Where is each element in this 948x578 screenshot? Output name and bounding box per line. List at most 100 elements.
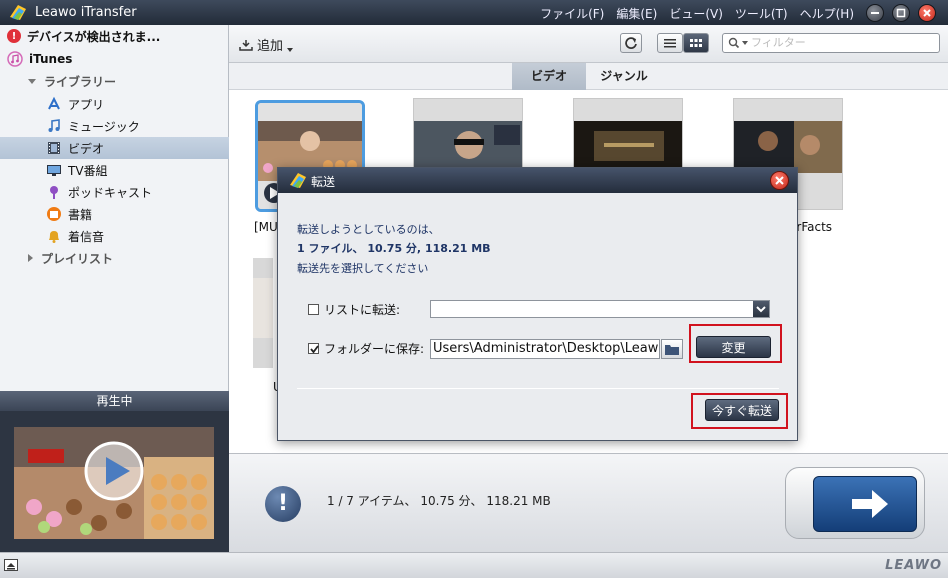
folder-path-input[interactable]: Users\Administrator\Desktop\Leawo xyxy=(430,339,660,359)
close-icon xyxy=(923,9,931,17)
app-logo-icon xyxy=(290,173,306,188)
sidebar-item-apps[interactable]: アプリ xyxy=(0,93,229,115)
transfer-dialog: 転送 転送しようとしているのは、 1 ファイル、 10.75 分, 118.21… xyxy=(277,167,798,441)
sidebar-item-itunes[interactable]: iTunes xyxy=(0,48,229,70)
refresh-icon xyxy=(625,37,637,49)
close-icon xyxy=(775,176,784,185)
dialog-intro-text: 転送しようとしているのは、 xyxy=(297,223,440,236)
transfer-now-button[interactable]: 今すぐ転送 xyxy=(705,399,779,421)
itunes-label: iTunes xyxy=(29,52,73,66)
now-playing-panel xyxy=(0,411,229,552)
video-tile[interactable] xyxy=(253,258,273,368)
save-to-folder-label: フォルダーに保存: xyxy=(324,342,425,356)
menu-edit[interactable]: 編集(E) xyxy=(616,5,657,22)
transfer-bar: ! 1 / 7 アイテム、 10.75 分、 118.21 MB xyxy=(229,453,948,553)
eject-icon xyxy=(7,563,15,570)
tab-video[interactable]: ビデオ xyxy=(512,63,586,90)
sidebar-item-video[interactable]: ビデオ xyxy=(0,137,229,159)
grid-view-button[interactable] xyxy=(683,33,709,53)
playlist-label: プレイリスト xyxy=(41,251,114,266)
add-button[interactable]: 追加 xyxy=(239,35,294,54)
category-tabs: ビデオ ジャンル xyxy=(229,63,948,90)
sidebar: ! デバイスが検出されま... iTunes ライブラリー アプリ ミュージック… xyxy=(0,25,229,391)
now-playing-thumbnail[interactable] xyxy=(14,427,214,539)
video-title: [MU xyxy=(254,220,278,234)
change-button[interactable]: 変更 xyxy=(696,336,771,358)
transfer-button-frame xyxy=(785,467,925,539)
sidebar-item-books[interactable]: 書籍 xyxy=(0,203,229,225)
podcast-icon xyxy=(46,184,62,200)
sidebar-playlist-toggle[interactable]: プレイリスト xyxy=(0,247,229,269)
dialog-title: 転送 xyxy=(311,175,336,189)
sidebar-item-tv[interactable]: TV番組 xyxy=(0,159,229,181)
folder-icon xyxy=(665,345,679,355)
app-title: Leawo iTransfer xyxy=(35,5,137,20)
menu-file[interactable]: ファイル(F) xyxy=(540,5,604,22)
sidebar-item-music[interactable]: ミュージック xyxy=(0,115,229,137)
sidebar-item-label: ビデオ xyxy=(68,141,105,156)
dialog-choose-destination-text: 転送先を選択してください xyxy=(297,262,429,275)
expand-triangle-icon xyxy=(28,78,36,84)
list-view-button[interactable] xyxy=(657,33,683,53)
book-icon xyxy=(46,206,62,222)
dialog-file-summary: 1 ファイル、 10.75 分, 118.21 MB xyxy=(297,242,491,255)
app-store-icon xyxy=(46,96,62,112)
browse-folder-button[interactable] xyxy=(661,339,683,359)
menu-help[interactable]: ヘルプ(H) xyxy=(800,5,854,22)
brand-logo: LEAWO xyxy=(885,558,942,573)
transfer-to-list-label: リストに転送: xyxy=(324,303,401,317)
add-import-icon xyxy=(239,39,253,51)
tab-genre[interactable]: ジャンル xyxy=(586,63,662,90)
music-note-icon xyxy=(46,118,62,134)
monitor-icon xyxy=(46,162,62,178)
refresh-button[interactable] xyxy=(620,33,642,53)
sidebar-item-ringtones[interactable]: 着信音 xyxy=(0,225,229,247)
title-bar: Leawo iTransfer ファイル(F) 編集(E) ビュー(V) ツール… xyxy=(0,0,948,25)
menu-view[interactable]: ビュー(V) xyxy=(669,5,723,22)
film-icon xyxy=(46,140,62,156)
maximize-button[interactable] xyxy=(892,4,910,22)
transfer-list-select[interactable] xyxy=(430,300,770,318)
sidebar-item-label: 書籍 xyxy=(68,207,93,222)
checkmark-icon xyxy=(310,345,319,354)
video-thumbnail-image xyxy=(253,258,273,368)
sidebar-item-podcast[interactable]: ポッドキャスト xyxy=(0,181,229,203)
sidebar-item-label: 着信音 xyxy=(68,229,105,244)
warning-icon: ! xyxy=(7,29,21,43)
chevron-down-icon xyxy=(753,301,769,317)
status-bar: LEAWO xyxy=(0,552,948,578)
sidebar-device-warning[interactable]: ! デバイスが検出されま... xyxy=(0,25,229,47)
toolbar: 追加 フィルター xyxy=(229,25,948,63)
itunes-icon xyxy=(7,51,23,67)
add-button-label: 追加 xyxy=(257,39,284,54)
app-logo-icon xyxy=(10,5,26,20)
dropdown-arrow-icon xyxy=(287,47,294,52)
grid-view-icon xyxy=(690,39,702,47)
now-playing-preview-image xyxy=(14,427,214,539)
sidebar-item-label: TV番組 xyxy=(68,163,108,178)
transfer-to-list-checkbox[interactable] xyxy=(308,304,319,315)
save-to-folder-checkbox[interactable] xyxy=(308,343,319,354)
arrow-right-icon xyxy=(852,490,888,518)
sidebar-item-label: ミュージック xyxy=(68,119,140,134)
list-view-icon xyxy=(664,39,676,48)
eject-button[interactable] xyxy=(4,559,18,571)
now-playing-header: 再生中 xyxy=(0,391,229,411)
info-icon: ! xyxy=(265,486,301,522)
collapse-triangle-icon xyxy=(28,254,33,262)
dialog-close-button[interactable] xyxy=(770,171,789,190)
bell-icon xyxy=(46,228,62,244)
maximize-icon xyxy=(896,8,906,18)
menu-tools[interactable]: ツール(T) xyxy=(735,5,788,22)
close-button[interactable] xyxy=(918,4,936,22)
sidebar-item-label: ポッドキャスト xyxy=(68,185,153,200)
search-input[interactable]: フィルター xyxy=(722,33,940,53)
dialog-separator xyxy=(297,388,779,389)
library-label: ライブラリー xyxy=(44,74,117,89)
minimize-button[interactable] xyxy=(866,4,884,22)
minimize-icon xyxy=(871,12,879,14)
sidebar-library-toggle[interactable]: ライブラリー xyxy=(0,70,229,92)
transfer-button[interactable] xyxy=(813,476,917,532)
search-icon xyxy=(728,37,748,49)
menu-bar: ファイル(F) 編集(E) ビュー(V) ツール(T) ヘルプ(H) xyxy=(540,5,854,22)
